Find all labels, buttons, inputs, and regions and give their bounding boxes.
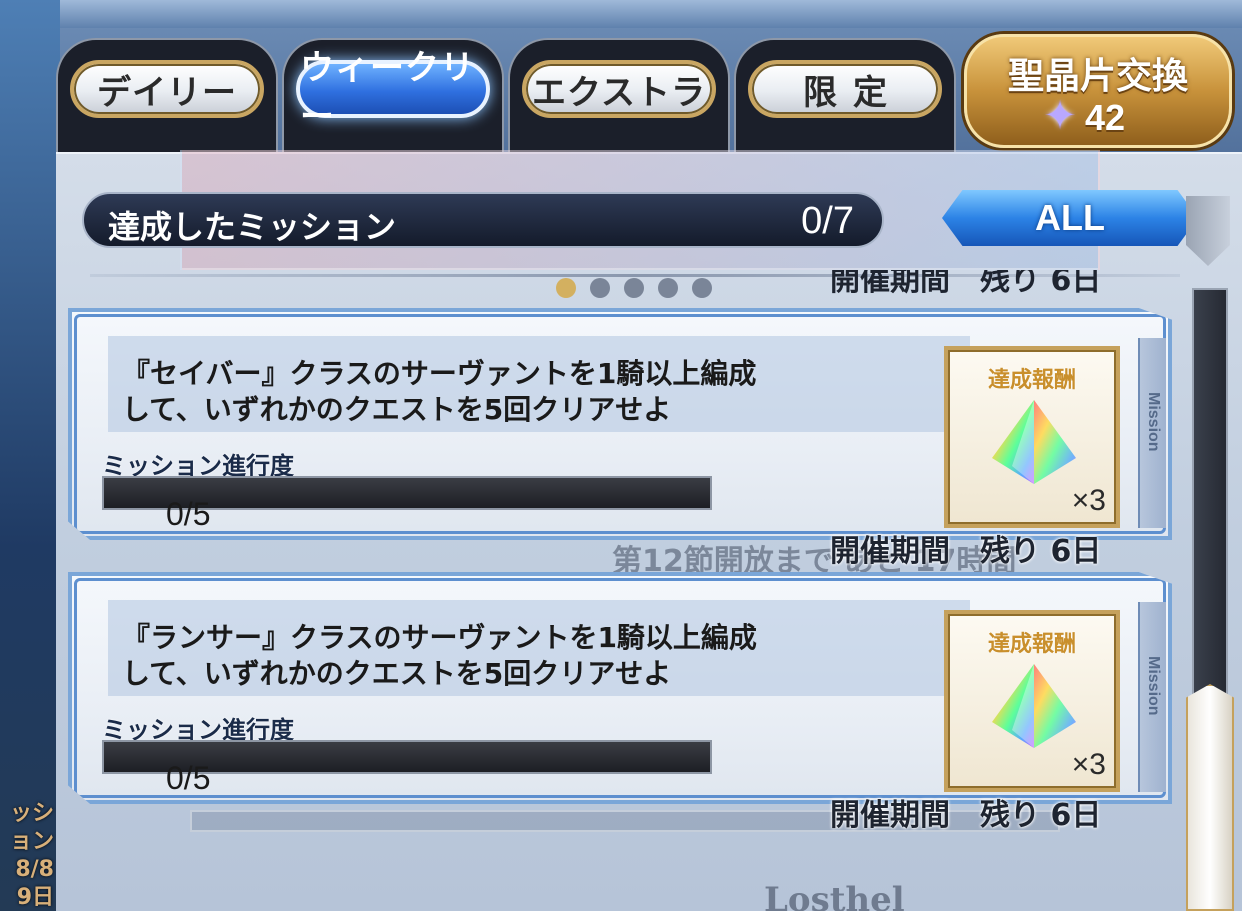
exchange-title: 聖晶片交換: [1007, 56, 1188, 97]
mission-description-line1: 『ランサー』クラスのサーヴァントを1騎以上編成: [122, 621, 757, 654]
page-dot[interactable]: [590, 278, 610, 298]
reward-title: 達成報酬: [987, 632, 1076, 657]
tab-weekly-label: ウィークリー: [296, 48, 490, 137]
saint-quartz-fragment-icon: [992, 664, 1076, 748]
reward-box[interactable]: 達成報酬 ×3: [944, 610, 1120, 792]
reward-quantity: ×3: [1071, 484, 1106, 517]
tab-extra[interactable]: エクストラ: [508, 38, 730, 156]
background-ghost-bottom: Losthel: [764, 880, 905, 911]
reward-quantity: ×3: [1071, 748, 1106, 781]
period-text-partial: 開催期間 残り 6日: [830, 270, 1102, 298]
mission-description-line2: して、いずれかのクエストを5回クリアせよ: [122, 393, 672, 426]
tab-limited[interactable]: 限定: [734, 38, 956, 156]
achieved-missions-bar: 達成したミッション 0/7: [82, 192, 884, 248]
reward-title: 達成報酬: [987, 368, 1076, 393]
background-left-art: [0, 0, 60, 911]
mission-card[interactable]: Mission 『セイバー』クラスのサーヴァントを1騎以上編成 して、いずれかの…: [68, 308, 1172, 540]
page-indicator: [556, 278, 712, 298]
page-dot[interactable]: [556, 278, 576, 298]
tab-extra-label: エクストラ: [522, 60, 716, 118]
page-dot[interactable]: [658, 278, 678, 298]
mission-period: 開催期間 残り 6日: [830, 534, 1102, 569]
tab-limited-label: 限定: [748, 60, 942, 118]
scrollbar-thumb[interactable]: [1186, 684, 1234, 911]
mission-card[interactable]: Mission 『ランサー』クラスのサーヴァントを1騎以上編成 して、いずれかの…: [68, 572, 1172, 804]
saint-quartz-fragment-icon: [992, 400, 1076, 484]
mission-period: 開催期間 残り 6日: [830, 798, 1102, 833]
achieved-value: 0/7: [801, 200, 854, 242]
star-icon: ✦: [1043, 93, 1077, 139]
background-side-text: ッション 8/8 9日: [9, 801, 54, 910]
tab-daily-label: デイリー: [70, 60, 264, 118]
tab-daily[interactable]: デイリー: [56, 38, 278, 156]
exchange-count: 42: [1085, 97, 1126, 138]
card-side-label: Mission: [1145, 392, 1162, 452]
tab-weekly[interactable]: ウィークリー: [282, 38, 504, 156]
progress-value: 0/5: [166, 496, 211, 532]
page-dot[interactable]: [692, 278, 712, 298]
page-dot[interactable]: [624, 278, 644, 298]
progress-value: 0/5: [166, 760, 211, 796]
achieved-label: 達成したミッション: [108, 208, 397, 246]
card-side-label: Mission: [1145, 656, 1162, 716]
mission-description-line2: して、いずれかのクエストを5回クリアせよ: [122, 657, 672, 690]
mission-description-line1: 『セイバー』クラスのサーヴァントを1騎以上編成: [122, 357, 757, 390]
quartz-fragment-exchange-button[interactable]: 聖晶片交換 ✦ 42: [964, 34, 1232, 148]
top-banner-strip: [0, 0, 1242, 28]
reward-box[interactable]: 達成報酬 ×3: [944, 346, 1120, 528]
filter-all-button[interactable]: ALL: [942, 190, 1198, 246]
